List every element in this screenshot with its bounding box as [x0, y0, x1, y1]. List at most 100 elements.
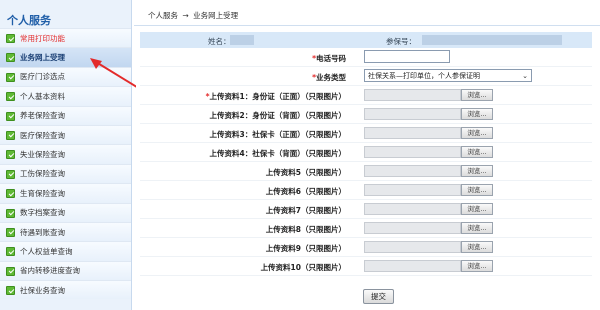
file-path-field[interactable] [364, 108, 461, 120]
file-path-field[interactable] [364, 184, 461, 196]
browse-button[interactable]: 浏览... [461, 127, 493, 139]
sidebar-item-7[interactable]: 失业保险查询 [0, 144, 131, 164]
upload-row-2: 上传资料2：身份证（背面）（只限图片） 浏览... [140, 105, 592, 124]
checkbox-icon [6, 92, 15, 102]
sidebar-item-label: 省内转移进度查询 [20, 266, 80, 276]
upload-label: 上传资料8（只限图片） [265, 225, 346, 234]
sidebar-item-label: 数字档案查询 [20, 208, 65, 218]
sidebar-item-label: 工伤保险查询 [20, 169, 65, 179]
form-rows: *电话号码 *业务类型 社保关系—打印单位，个人参保证明 ⌄ *上传资料1：身份… [140, 48, 592, 276]
checkbox-icon [6, 53, 15, 63]
upload-label: 上传资料5（只限图片） [265, 168, 346, 177]
upload-row-4: 上传资料4：社保卡（背面）（只限图片） 浏览... [140, 143, 592, 162]
sidebar-item-label: 待遇到账查询 [20, 227, 65, 237]
chevron-down-icon: ⌄ [522, 72, 528, 80]
checkbox-icon [6, 130, 15, 140]
file-path-field[interactable] [364, 127, 461, 139]
sidebar-item-label: 业务网上受理 [20, 53, 65, 63]
sidebar-item-label: 失业保险查询 [20, 150, 65, 160]
info-bar: 姓名： 参保号： [140, 32, 592, 48]
browse-button[interactable]: 浏览... [461, 241, 493, 253]
file-path-field[interactable] [364, 165, 461, 177]
upload-label: 上传资料6（只限图片） [265, 187, 346, 196]
sidebar-item-9[interactable]: 生育保险查询 [0, 183, 131, 203]
sidebar-item-3[interactable]: 医疗门诊选点 [0, 66, 131, 87]
sidebar-item-1[interactable]: 常用打印功能 [0, 28, 131, 48]
phone-input[interactable] [364, 50, 450, 63]
sidebar-item-14[interactable]: 社保业务查询 [0, 280, 131, 300]
upload-row-1: *上传资料1：身份证（正面）（只限图片） 浏览... [140, 86, 592, 105]
breadcrumb-item-personal-service[interactable]: 个人服务 [148, 11, 178, 20]
sidebar-item-label: 个人基本资料 [20, 91, 65, 101]
breadcrumb: 个人服务 → 业务网上受理 [134, 0, 600, 26]
sidebar-item-12[interactable]: 个人权益单查询 [0, 241, 131, 261]
sidebar-item-8[interactable]: 工伤保险查询 [0, 163, 131, 184]
sidebar-item-6[interactable]: 医疗保险查询 [0, 124, 131, 145]
upload-row-3: 上传资料3：社保卡（正面）（只限图片） 浏览... [140, 124, 592, 143]
sidebar-item-label: 常用打印功能 [20, 33, 65, 43]
phone-label: *电话号码 [312, 54, 346, 63]
sidebar-list: 常用打印功能 业务网上受理 医疗门诊选点 个人基本资料 养老保险查询 医疗保险查询 失业保险… [0, 28, 131, 300]
upload-row-7: 上传资料7（只限图片） 浏览... [140, 200, 592, 219]
file-path-field[interactable] [364, 260, 461, 272]
file-path-field[interactable] [364, 203, 461, 215]
sidebar: 个人服务 常用打印功能 业务网上受理 医疗门诊选点 个人基本资料 养老保险查询 医疗保险查… [0, 0, 132, 310]
name-value-redacted [230, 35, 254, 45]
browse-button[interactable]: 浏览... [461, 203, 493, 215]
upload-label: 上传资料10（只限图片） [260, 263, 346, 272]
sidebar-item-13[interactable]: 省内转移进度查询 [0, 260, 131, 281]
sidebar-item-label: 生育保险查询 [20, 188, 65, 198]
breadcrumb-separator: → [182, 11, 189, 20]
insured-number-value-redacted [422, 35, 562, 45]
file-path-field[interactable] [364, 146, 461, 158]
upload-label: 上传资料4：社保卡（背面）（只限图片） [209, 149, 346, 158]
sidebar-item-label: 医疗保险查询 [20, 130, 65, 140]
checkbox-icon [6, 286, 15, 296]
file-path-field[interactable] [364, 89, 461, 101]
sidebar-item-5[interactable]: 养老保险查询 [0, 105, 131, 125]
checkbox-icon [6, 208, 15, 218]
sidebar-item-label: 个人权益单查询 [20, 246, 73, 256]
file-path-field[interactable] [364, 222, 461, 234]
browse-button[interactable]: 浏览... [461, 146, 493, 158]
sidebar-item-4[interactable]: 个人基本资料 [0, 86, 131, 106]
sidebar-item-10[interactable]: 数字档案查询 [0, 202, 131, 222]
sidebar-item-2[interactable]: 业务网上受理 [0, 47, 131, 67]
sidebar-item-11[interactable]: 待遇到账查询 [0, 221, 131, 242]
sidebar-item-label: 社保业务查询 [20, 285, 65, 295]
submit-button[interactable]: 提交 [363, 289, 394, 304]
sidebar-item-label: 养老保险查询 [20, 111, 65, 121]
checkbox-icon [6, 189, 15, 199]
sidebar-title: 个人服务 [7, 14, 51, 27]
checkbox-icon [6, 72, 15, 82]
sidebar-item-label: 医疗门诊选点 [20, 72, 65, 82]
checkbox-icon [6, 169, 15, 179]
upload-label: 上传资料9（只限图片） [265, 244, 346, 253]
browse-button[interactable]: 浏览... [461, 184, 493, 196]
checkbox-icon [6, 150, 15, 160]
business-type-value: 社保关系—打印单位，个人参保证明 [368, 72, 480, 80]
upload-row-10: 上传资料10（只限图片） 浏览... [140, 257, 592, 276]
insured-number-label: 参保号： [386, 37, 416, 46]
form-area: 姓名： 参保号： *电话号码 *业务类型 社保关系—打印单位，个人参保证明 ⌄ … [136, 28, 600, 310]
checkbox-icon [6, 247, 15, 257]
checkbox-icon [6, 111, 15, 121]
business-type-select[interactable]: 社保关系—打印单位，个人参保证明 ⌄ [364, 69, 532, 82]
upload-row-6: 上传资料6（只限图片） 浏览... [140, 181, 592, 200]
browse-button[interactable]: 浏览... [461, 222, 493, 234]
checkbox-icon [6, 34, 15, 43]
browse-button[interactable]: 浏览... [461, 89, 493, 101]
business-type-label: *业务类型 [312, 73, 346, 82]
checkbox-icon [6, 266, 15, 276]
upload-label: 上传资料2：身份证（背面）（只限图片） [209, 111, 346, 120]
upload-row-9: 上传资料9（只限图片） 浏览... [140, 238, 592, 257]
file-path-field[interactable] [364, 241, 461, 253]
upload-row-8: 上传资料8（只限图片） 浏览... [140, 219, 592, 238]
browse-button[interactable]: 浏览... [461, 165, 493, 177]
business-type-row: *业务类型 社保关系—打印单位，个人参保证明 ⌄ [140, 67, 592, 86]
browse-button[interactable]: 浏览... [461, 260, 493, 272]
phone-row: *电话号码 [140, 48, 592, 67]
browse-button[interactable]: 浏览... [461, 108, 493, 120]
upload-label: *上传资料1：身份证（正面）（只限图片） [205, 92, 346, 101]
checkbox-icon [6, 227, 15, 237]
